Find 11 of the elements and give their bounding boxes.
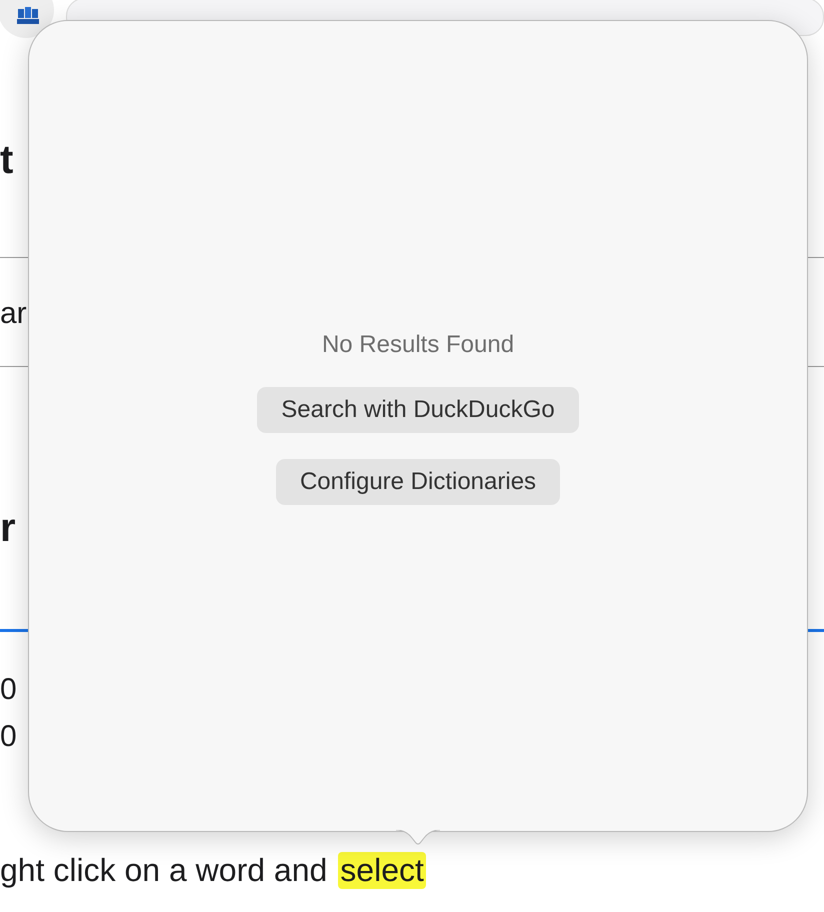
- body-text: ght click on a word and: [0, 852, 328, 889]
- logo-icon: [17, 6, 39, 24]
- no-results-message: No Results Found: [322, 331, 514, 359]
- popover-button[interactable]: Search with DuckDuckGo: [257, 387, 579, 433]
- heading-text: r: [0, 505, 16, 552]
- body-text: 0: [0, 719, 18, 755]
- popover-button[interactable]: Configure Dictionaries: [276, 459, 560, 505]
- body-text: 0: [0, 672, 18, 708]
- heading-text: t: [0, 136, 14, 184]
- highlighted-word: select: [338, 852, 426, 889]
- body-text: ar: [0, 296, 27, 332]
